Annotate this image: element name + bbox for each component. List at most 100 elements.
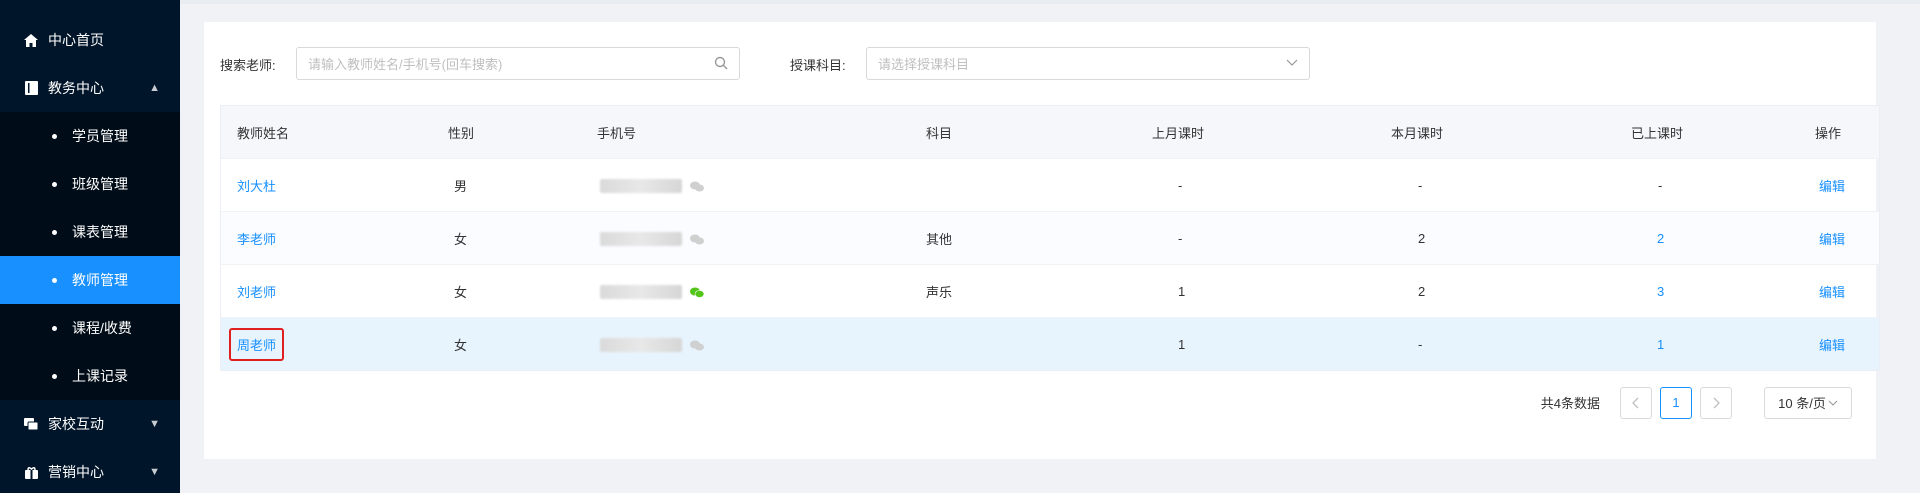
wechat-icon bbox=[690, 287, 704, 298]
sidebar-item-label: 中心首页 bbox=[48, 32, 104, 48]
teacher-name-link[interactable]: 周老师 bbox=[237, 338, 276, 353]
bullet-icon bbox=[52, 181, 57, 187]
sidebar-subitem-label: 上课记录 bbox=[72, 368, 128, 384]
phone-cell bbox=[600, 232, 704, 246]
teacher-name-link[interactable]: 刘大杜 bbox=[237, 176, 276, 195]
teacher-name-highlight: 周老师 bbox=[229, 327, 285, 361]
phone-cell bbox=[600, 285, 704, 299]
phone-masked bbox=[600, 232, 682, 246]
sidebar-subitem-classes[interactable]: 班级管理 bbox=[0, 160, 180, 208]
edit-link[interactable]: 编辑 bbox=[1819, 282, 1845, 301]
this-month-cell: - bbox=[1418, 336, 1423, 352]
table-row: 李老师 女 其他 - 2 2 编辑 bbox=[221, 211, 1879, 264]
edit-link[interactable]: 编辑 bbox=[1819, 176, 1845, 195]
header-action: 操作 bbox=[1815, 125, 1842, 141]
last-month-cell: - bbox=[1178, 230, 1183, 246]
table-row: 刘老师 女 声乐 1 2 3 编辑 bbox=[221, 264, 1879, 317]
sidebar-subitem-label: 班级管理 bbox=[72, 176, 128, 192]
subject-cell: 其他 bbox=[926, 231, 953, 247]
wechat-icon bbox=[690, 340, 704, 350]
book-icon bbox=[24, 81, 38, 95]
wechat-icon bbox=[690, 181, 704, 191]
subject-select[interactable]: 请选择授课科目 bbox=[866, 47, 1310, 80]
header-last-month: 上月课时 bbox=[1152, 125, 1205, 141]
bullet-icon bbox=[52, 229, 57, 235]
table-row: 刘大杜 男 - - - 编辑 bbox=[221, 158, 1879, 211]
sidebar-subitem-label: 学员管理 bbox=[72, 128, 128, 144]
sidebar-item-marketing[interactable]: 营销中心 ▼ bbox=[0, 448, 180, 493]
last-month-cell: 1 bbox=[1178, 283, 1186, 299]
subject-select-placeholder: 请选择授课科目 bbox=[878, 57, 970, 72]
bullet-icon bbox=[52, 373, 57, 379]
header-name: 教师姓名 bbox=[237, 125, 290, 141]
taken-link[interactable]: 2 bbox=[1657, 231, 1664, 246]
header-phone: 手机号 bbox=[597, 125, 637, 141]
header-gender: 性别 bbox=[448, 125, 475, 141]
phone-masked bbox=[600, 179, 682, 193]
phone-masked bbox=[600, 338, 682, 352]
chevron-up-icon: ▲ bbox=[149, 82, 160, 94]
chevron-down-icon: ▼ bbox=[149, 418, 160, 430]
chevron-down-icon bbox=[1286, 56, 1298, 71]
highlight-box: 周老师 bbox=[229, 327, 285, 361]
chevron-down-icon bbox=[1828, 400, 1838, 406]
page-size-label: 10 条/页 bbox=[1778, 396, 1826, 411]
edit-link[interactable]: 编辑 bbox=[1819, 335, 1845, 354]
taken-link[interactable]: 3 bbox=[1657, 284, 1664, 299]
page-size-select[interactable]: 10 条/页 bbox=[1764, 386, 1852, 419]
next-page-button[interactable] bbox=[1700, 386, 1732, 419]
wechat-icon bbox=[690, 234, 704, 244]
sidebar-item-label: 营销中心 bbox=[48, 464, 104, 480]
header-taken: 已上课时 bbox=[1631, 125, 1684, 141]
gender-cell: 男 bbox=[454, 178, 468, 194]
bullet-icon bbox=[52, 133, 57, 139]
sidebar-subitem-courses[interactable]: 课程/收费 bbox=[0, 304, 180, 352]
sidebar: 中心首页 教务中心 ▲ 学员管理 班级管理 课表管理 教师管理 课程/收费 上课… bbox=[0, 0, 180, 493]
sidebar-subitem-label: 课表管理 bbox=[72, 224, 128, 240]
header-subject: 科目 bbox=[926, 125, 953, 141]
phone-masked bbox=[600, 285, 682, 299]
search-icon[interactable] bbox=[714, 56, 728, 73]
chevron-left-icon bbox=[1632, 397, 1639, 408]
bullet-icon bbox=[52, 325, 57, 331]
sidebar-subitem-records[interactable]: 上课记录 bbox=[0, 352, 180, 400]
sidebar-subitem-students[interactable]: 学员管理 bbox=[0, 112, 180, 160]
pagination: 共4条数据 1 10 条/页 bbox=[1541, 386, 1852, 419]
teacher-table: 教师姓名 性别 手机号 科目 上月课时 本月课时 已上课时 操作 刘大杜 男 - bbox=[220, 105, 1880, 371]
total-count: 共4条数据 bbox=[1540, 396, 1600, 411]
sidebar-subitem-label: 教师管理 bbox=[72, 272, 128, 288]
sidebar-subitem-label: 课程/收费 bbox=[72, 320, 132, 336]
sidebar-item-home[interactable]: 中心首页 bbox=[0, 16, 180, 64]
teacher-name-link[interactable]: 刘老师 bbox=[237, 282, 276, 301]
taken-link[interactable]: 1 bbox=[1657, 337, 1664, 352]
sidebar-item-academic[interactable]: 教务中心 ▲ bbox=[0, 64, 180, 112]
sidebar-item-label: 教务中心 bbox=[48, 80, 104, 96]
gender-cell: 女 bbox=[454, 284, 468, 300]
table-header: 教师姓名 性别 手机号 科目 上月课时 本月课时 已上课时 操作 bbox=[221, 106, 1879, 158]
teacher-name-link[interactable]: 李老师 bbox=[237, 229, 276, 248]
phone-cell bbox=[600, 179, 704, 193]
phone-cell bbox=[600, 338, 704, 352]
prev-page-button[interactable] bbox=[1620, 386, 1652, 419]
edit-link[interactable]: 编辑 bbox=[1819, 229, 1845, 248]
sidebar-item-home-school[interactable]: 家校互动 ▼ bbox=[0, 400, 180, 448]
sidebar-subitem-schedule[interactable]: 课表管理 bbox=[0, 208, 180, 256]
filter-bar: 搜索老师: 请输入教师姓名/手机号(回车搜索) 授课科目: 请选择授课科目 bbox=[204, 47, 1876, 80]
sidebar-subitem-teachers[interactable]: 教师管理 bbox=[0, 256, 180, 304]
this-month-cell: - bbox=[1418, 177, 1423, 193]
teacher-search-input[interactable]: 请输入教师姓名/手机号(回车搜索) bbox=[296, 47, 740, 80]
this-month-cell: 2 bbox=[1418, 230, 1426, 246]
chevron-down-icon: ▼ bbox=[149, 466, 160, 478]
top-strip bbox=[180, 0, 1920, 4]
gift-icon bbox=[24, 465, 38, 479]
home-icon bbox=[24, 33, 38, 47]
page-button-current[interactable]: 1 bbox=[1660, 386, 1692, 419]
subject-cell: 声乐 bbox=[926, 284, 953, 300]
gender-cell: 女 bbox=[454, 231, 468, 247]
sidebar-item-label: 家校互动 bbox=[48, 416, 104, 432]
header-this-month: 本月课时 bbox=[1391, 125, 1444, 141]
bullet-icon bbox=[52, 277, 57, 283]
this-month-cell: 2 bbox=[1418, 283, 1426, 299]
teacher-card: 搜索老师: 请输入教师姓名/手机号(回车搜索) 授课科目: 请选择授课科目 教师… bbox=[204, 22, 1880, 459]
submenu-academic: 学员管理 班级管理 课表管理 教师管理 课程/收费 上课记录 bbox=[0, 112, 180, 400]
